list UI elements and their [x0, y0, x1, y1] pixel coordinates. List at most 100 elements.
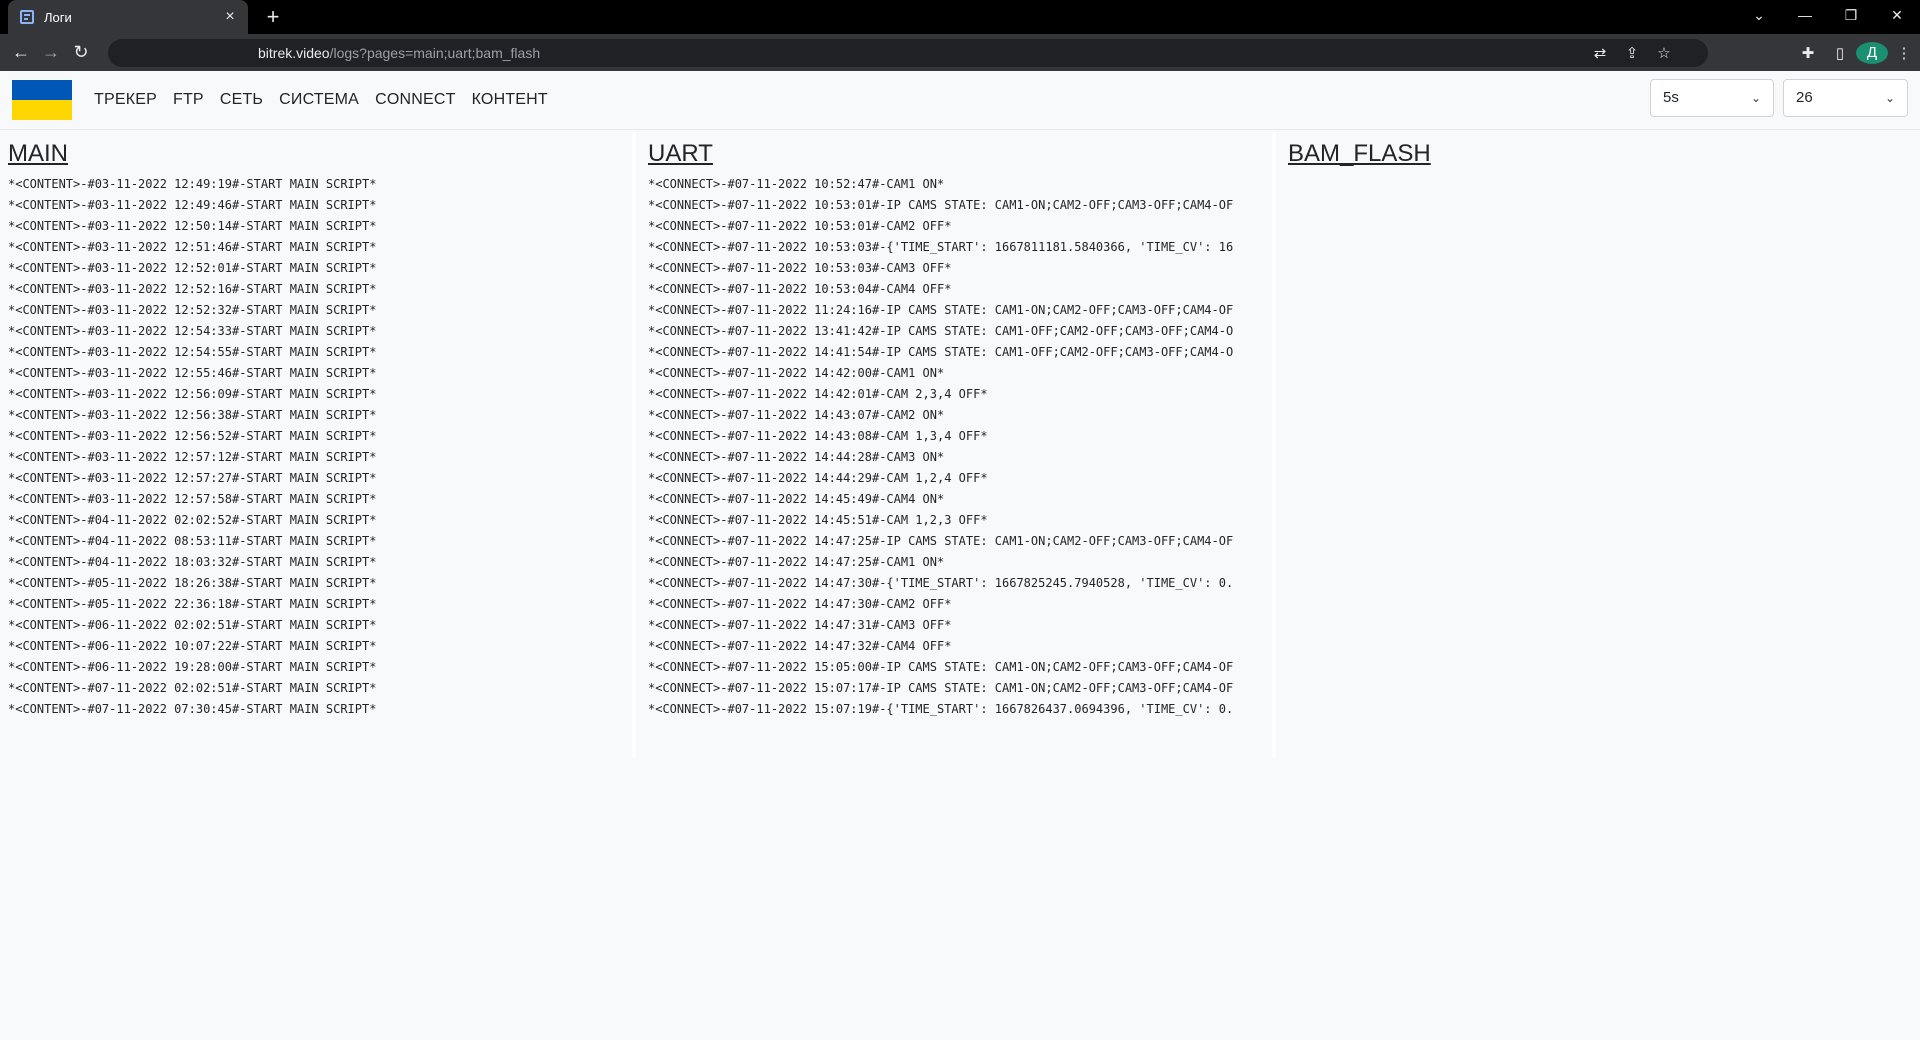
page-content: ТРЕКЕР FTP СЕТЬ СИСТЕМА CONNECT КОНТЕНТ …	[0, 71, 1920, 1040]
browser-toolbar: ← → ↻ bitrek.video/logs?pages=main;uart;…	[0, 34, 1920, 71]
browser-tab[interactable]: Логи ×	[8, 0, 248, 34]
log-line: *<CONTENT>-#03-11-2022 12:57:27#-START M…	[8, 471, 377, 485]
log-lines-uart: *<CONNECT>-#07-11-2022 10:52:47#-CAM1 ON…	[648, 174, 1272, 720]
log-line: *<CONTENT>-#03-11-2022 12:52:16#-START M…	[8, 282, 377, 296]
log-lines-main: *<CONTENT>-#03-11-2022 12:49:19#-START M…	[8, 174, 632, 720]
log-line: *<CONNECT>-#07-11-2022 10:53:03#-{'TIME_…	[648, 240, 1234, 254]
share-icon[interactable]: ⇪	[1616, 44, 1648, 62]
forward-icon[interactable]: →	[36, 42, 66, 63]
refresh-interval-value: 5s	[1663, 89, 1679, 106]
top-navbar: ТРЕКЕР FTP СЕТЬ СИСТЕМА CONNECT КОНТЕНТ …	[0, 71, 1920, 130]
log-line: *<CONNECT>-#07-11-2022 14:43:07#-CAM2 ON…	[648, 408, 945, 422]
menu-item-connect[interactable]: CONNECT	[375, 91, 456, 109]
log-line: *<CONTENT>-#03-11-2022 12:52:01#-START M…	[8, 261, 377, 275]
log-column-uart: UART *<CONNECT>-#07-11-2022 10:52:47#-CA…	[640, 132, 1276, 758]
log-line: *<CONNECT>-#07-11-2022 14:47:31#-CAM3 OF…	[648, 618, 952, 632]
new-tab-button[interactable]: +	[260, 4, 286, 30]
page-favicon-icon	[20, 10, 34, 24]
avatar: Д	[1856, 41, 1888, 64]
ukraine-flag-logo[interactable]	[12, 80, 72, 120]
log-line: *<CONTENT>-#06-11-2022 19:28:00#-START M…	[8, 660, 377, 674]
log-line: *<CONNECT>-#07-11-2022 14:47:25#-CAM1 ON…	[648, 555, 945, 569]
log-line: *<CONNECT>-#07-11-2022 15:07:19#-{'TIME_…	[648, 702, 1234, 716]
log-line: *<CONTENT>-#03-11-2022 12:50:14#-START M…	[8, 219, 377, 233]
log-line: *<CONTENT>-#03-11-2022 12:56:38#-START M…	[8, 408, 377, 422]
address-bar[interactable]: bitrek.video/logs?pages=main;uart;bam_fl…	[108, 39, 1708, 67]
menu-item-tracker[interactable]: ТРЕКЕР	[94, 91, 157, 109]
log-title-main[interactable]: MAIN	[8, 140, 632, 168]
side-panel-icon[interactable]: ▯	[1824, 44, 1856, 62]
log-line: *<CONNECT>-#07-11-2022 14:44:28#-CAM3 ON…	[648, 450, 945, 464]
chevron-down-icon: ⌄	[1750, 91, 1761, 105]
log-line: *<CONTENT>-#04-11-2022 18:03:32#-START M…	[8, 555, 377, 569]
log-line: *<CONTENT>-#03-11-2022 12:54:33#-START M…	[8, 324, 377, 338]
log-title-bam-flash[interactable]: BAM_FLASH	[1288, 140, 1916, 168]
log-line: *<CONNECT>-#07-11-2022 14:47:30#-CAM2 OF…	[648, 597, 952, 611]
log-line: *<CONNECT>-#07-11-2022 10:52:47#-CAM1 ON…	[648, 177, 945, 191]
log-line: *<CONNECT>-#07-11-2022 10:53:03#-CAM3 OF…	[648, 261, 952, 275]
refresh-interval-select[interactable]: 5s ⌄	[1650, 79, 1774, 117]
back-icon[interactable]: ←	[6, 42, 36, 63]
log-line: *<CONNECT>-#07-11-2022 14:47:25#-IP CAMS…	[648, 534, 1234, 548]
log-line: *<CONTENT>-#04-11-2022 02:02:52#-START M…	[8, 513, 377, 527]
log-line: *<CONNECT>-#07-11-2022 11:24:16#-IP CAMS…	[648, 303, 1234, 317]
profile-avatar[interactable]: Д	[1856, 41, 1888, 64]
tab-search-icon[interactable]: ⌄	[1736, 0, 1782, 34]
log-line: *<CONTENT>-#03-11-2022 12:49:19#-START M…	[8, 177, 377, 191]
log-line: *<CONNECT>-#07-11-2022 14:43:08#-CAM 1,3…	[648, 429, 988, 443]
log-line: *<CONNECT>-#07-11-2022 15:05:00#-IP CAMS…	[648, 660, 1234, 674]
log-line: *<CONTENT>-#03-11-2022 12:52:32#-START M…	[8, 303, 377, 317]
log-line: *<CONTENT>-#04-11-2022 08:53:11#-START M…	[8, 534, 377, 548]
log-line: *<CONNECT>-#07-11-2022 14:45:51#-CAM 1,2…	[648, 513, 988, 527]
log-line: *<CONTENT>-#06-11-2022 02:02:51#-START M…	[8, 618, 377, 632]
log-line: *<CONNECT>-#07-11-2022 14:41:54#-IP CAMS…	[648, 345, 1234, 359]
log-line: *<CONNECT>-#07-11-2022 14:42:00#-CAM1 ON…	[648, 366, 945, 380]
translate-icon[interactable]: ⇄	[1584, 44, 1616, 62]
log-line: *<CONTENT>-#03-11-2022 12:54:55#-START M…	[8, 345, 377, 359]
log-line: *<CONNECT>-#07-11-2022 10:53:01#-IP CAMS…	[648, 198, 1234, 212]
line-count-value: 26	[1796, 89, 1813, 106]
menu-item-content[interactable]: КОНТЕНТ	[472, 91, 548, 109]
minimize-icon[interactable]: —	[1782, 0, 1828, 34]
log-line: *<CONTENT>-#03-11-2022 12:51:46#-START M…	[8, 240, 377, 254]
log-title-uart[interactable]: UART	[648, 140, 1272, 168]
log-column-main: MAIN *<CONTENT>-#03-11-2022 12:49:19#-ST…	[0, 132, 636, 758]
reload-icon[interactable]: ↻	[66, 42, 96, 63]
log-line: *<CONTENT>-#03-11-2022 12:55:46#-START M…	[8, 366, 377, 380]
menu-item-system[interactable]: СИСТЕМА	[279, 91, 359, 109]
log-line: *<CONNECT>-#07-11-2022 14:47:32#-CAM4 OF…	[648, 639, 952, 653]
close-tab-icon[interactable]: ×	[220, 8, 240, 26]
restore-icon[interactable]: ❐	[1828, 0, 1874, 34]
log-line: *<CONNECT>-#07-11-2022 10:53:04#-CAM4 OF…	[648, 282, 952, 296]
tab-title: Логи	[44, 9, 72, 25]
menu-item-ftp[interactable]: FTP	[173, 91, 204, 109]
url-path: /logs?pages=main;uart;bam_flash	[329, 45, 541, 61]
log-columns: MAIN *<CONTENT>-#03-11-2022 12:49:19#-ST…	[0, 130, 1920, 758]
bookmark-star-icon[interactable]: ☆	[1648, 44, 1680, 62]
flag-yellow-stripe	[12, 100, 72, 120]
line-count-select[interactable]: 26 ⌄	[1783, 79, 1908, 117]
log-line: *<CONNECT>-#07-11-2022 15:07:17#-IP CAMS…	[648, 681, 1234, 695]
log-line: *<CONNECT>-#07-11-2022 14:42:01#-CAM 2,3…	[648, 387, 988, 401]
log-line: *<CONNECT>-#07-11-2022 13:41:42#-IP CAMS…	[648, 324, 1234, 338]
log-line: *<CONTENT>-#05-11-2022 22:36:18#-START M…	[8, 597, 377, 611]
url-host: bitrek.video	[258, 45, 330, 61]
close-window-icon[interactable]: ✕	[1874, 0, 1920, 34]
log-line: *<CONTENT>-#05-11-2022 18:26:38#-START M…	[8, 576, 377, 590]
log-line: *<CONNECT>-#07-11-2022 10:53:01#-CAM2 OF…	[648, 219, 952, 233]
extensions-icon[interactable]: ✚	[1792, 44, 1824, 62]
main-menu: ТРЕКЕР FTP СЕТЬ СИСТЕМА CONNECT КОНТЕНТ	[86, 91, 556, 109]
log-line: *<CONTENT>-#06-11-2022 10:07:22#-START M…	[8, 639, 377, 653]
log-line: *<CONTENT>-#07-11-2022 07:30:45#-START M…	[8, 702, 377, 716]
browser-tab-strip: Логи × + ⌄ — ❐ ✕	[0, 0, 1920, 34]
menu-item-network[interactable]: СЕТЬ	[220, 91, 263, 109]
menu-kebab-icon[interactable]: ⋮	[1888, 44, 1920, 62]
log-line: *<CONTENT>-#03-11-2022 12:57:12#-START M…	[8, 450, 377, 464]
log-column-bam-flash: BAM_FLASH	[1280, 132, 1916, 758]
log-line: *<CONTENT>-#07-11-2022 02:02:51#-START M…	[8, 681, 377, 695]
chevron-down-icon: ⌄	[1884, 91, 1895, 105]
log-line: *<CONNECT>-#07-11-2022 14:45:49#-CAM4 ON…	[648, 492, 945, 506]
log-line: *<CONTENT>-#03-11-2022 12:49:46#-START M…	[8, 198, 377, 212]
window-controls: ⌄ — ❐ ✕	[1736, 0, 1920, 34]
log-line: *<CONTENT>-#03-11-2022 12:56:52#-START M…	[8, 429, 377, 443]
